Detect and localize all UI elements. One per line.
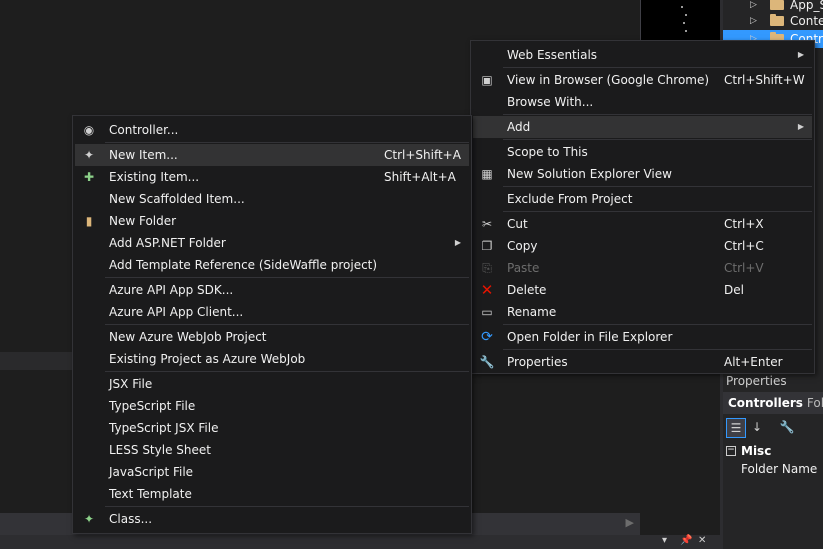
property-row-label: Folder Name	[741, 462, 818, 476]
menu-item-properties[interactable]: 🔧 Properties Alt+Enter	[473, 351, 812, 373]
editor-current-line	[0, 352, 72, 370]
properties-title: Properties	[726, 374, 787, 388]
new-folder-icon: ▮	[85, 214, 93, 228]
bottom-panel-bar: ▾ 📌 ✕	[0, 535, 823, 549]
menu-item-browse-with[interactable]: Browse With...	[473, 91, 812, 113]
menu-item-rename[interactable]: ▭ Rename	[473, 301, 812, 323]
rename-icon: ▭	[481, 305, 493, 319]
refresh-arrow-icon: ⟳	[481, 329, 493, 345]
menu-item-add-aspnet-folder[interactable]: Add ASP.NET Folder ▶	[75, 232, 469, 254]
pin-icon[interactable]: 📌	[680, 535, 692, 546]
new-view-icon: ▦	[481, 167, 493, 181]
menu-item-controller[interactable]: ◉ Controller...	[75, 119, 469, 141]
menu-item-add[interactable]: Add ▶	[473, 116, 812, 138]
alphabetical-icon[interactable]: ↓	[748, 418, 766, 436]
menu-item-jsx-file[interactable]: JSX File	[75, 373, 469, 395]
properties-toolbar: ☰ ↓ 🔧	[723, 415, 823, 439]
add-submenu: ◉ Controller... ✦ New Item... Ctrl+Shift…	[72, 115, 472, 534]
menu-item-new-item[interactable]: ✦ New Item... Ctrl+Shift+A	[75, 144, 469, 166]
menu-item-paste[interactable]: ⎘ Paste Ctrl+V	[473, 257, 812, 279]
new-item-icon: ✦	[83, 148, 95, 162]
menu-item-azure-api-app-sdk[interactable]: Azure API App SDK...	[75, 279, 469, 301]
object-name: Controllers	[728, 396, 803, 410]
properties-object-selector[interactable]: ControllersFolde	[723, 392, 823, 414]
controller-icon: ◉	[83, 123, 95, 137]
delete-x-icon: ✕	[480, 281, 494, 299]
categorized-icon[interactable]: ☰	[726, 418, 746, 438]
menu-item-cut[interactable]: ✂ Cut Ctrl+X	[473, 213, 812, 235]
close-icon[interactable]: ✕	[698, 535, 706, 546]
menu-item-add-template-reference[interactable]: Add Template Reference (SideWaffle proje…	[75, 254, 469, 276]
browser-icon: ▣	[481, 73, 493, 87]
dropdown-icon[interactable]: ▾	[662, 535, 667, 546]
submenu-arrow-icon: ▶	[797, 122, 804, 131]
menu-item-existing-item[interactable]: ✚ Existing Item... Shift+Alt+A	[75, 166, 469, 188]
copy-icon: ❐	[481, 239, 493, 253]
submenu-arrow-icon: ▶	[454, 238, 461, 247]
menu-item-web-essentials[interactable]: Web Essentials ▶	[473, 44, 812, 66]
menu-item-new-solution-explorer-view[interactable]: ▦ New Solution Explorer View	[473, 163, 812, 185]
object-type: Folde	[806, 396, 823, 410]
scissors-icon: ✂	[481, 217, 493, 231]
menu-item-less-style-sheet[interactable]: LESS Style Sheet	[75, 439, 469, 461]
menu-item-exclude-from-project[interactable]: Exclude From Project	[473, 188, 812, 210]
menu-item-javascript-file[interactable]: JavaScript File	[75, 461, 469, 483]
menu-item-class[interactable]: ✦ Class...	[75, 508, 469, 530]
menu-item-typescript-jsx-file[interactable]: TypeScript JSX File	[75, 417, 469, 439]
class-icon: ✦	[83, 512, 95, 526]
tree-item[interactable]: ▷ Conte	[723, 12, 823, 30]
menu-item-text-template[interactable]: Text Template	[75, 483, 469, 505]
menu-item-new-scaffolded-item[interactable]: New Scaffolded Item...	[75, 188, 469, 210]
menu-item-delete[interactable]: ✕ Delete Del	[473, 279, 812, 301]
expand-triangle-icon[interactable]: ▷	[750, 12, 757, 30]
collapse-icon[interactable]: −	[726, 446, 736, 456]
menu-item-copy[interactable]: ❐ Copy Ctrl+C	[473, 235, 812, 257]
context-menu: Web Essentials ▶ ▣ View in Browser (Goog…	[470, 40, 815, 374]
menu-item-scope-to-this[interactable]: Scope to This	[473, 141, 812, 163]
menu-item-typescript-file[interactable]: TypeScript File	[75, 395, 469, 417]
folder-icon	[770, 0, 784, 10]
menu-item-open-folder-in-file-explorer[interactable]: ⟳ Open Folder in File Explorer	[473, 326, 812, 348]
property-pages-wrench-icon[interactable]: 🔧	[778, 418, 796, 436]
paste-icon: ⎘	[482, 261, 492, 275]
menu-item-azure-api-app-client[interactable]: Azure API App Client...	[75, 301, 469, 323]
property-category[interactable]: − Misc	[723, 442, 823, 460]
submenu-arrow-icon: ▶	[797, 50, 804, 59]
code-minimap[interactable]	[640, 0, 721, 40]
scroll-right-icon[interactable]: ▶	[626, 516, 634, 529]
menu-item-view-in-browser[interactable]: ▣ View in Browser (Google Chrome) Ctrl+S…	[473, 69, 812, 91]
menu-item-existing-project-as-azure-webjob[interactable]: Existing Project as Azure WebJob	[75, 348, 469, 370]
wrench-icon: 🔧	[479, 355, 495, 369]
existing-item-icon: ✚	[83, 170, 95, 184]
folder-icon	[770, 14, 784, 26]
menu-item-new-folder[interactable]: ▮ New Folder	[75, 210, 469, 232]
menu-item-new-azure-webjob-project[interactable]: New Azure WebJob Project	[75, 326, 469, 348]
properties-panel: Properties ControllersFolde ☰ ↓ 🔧 − Misc…	[723, 372, 823, 549]
